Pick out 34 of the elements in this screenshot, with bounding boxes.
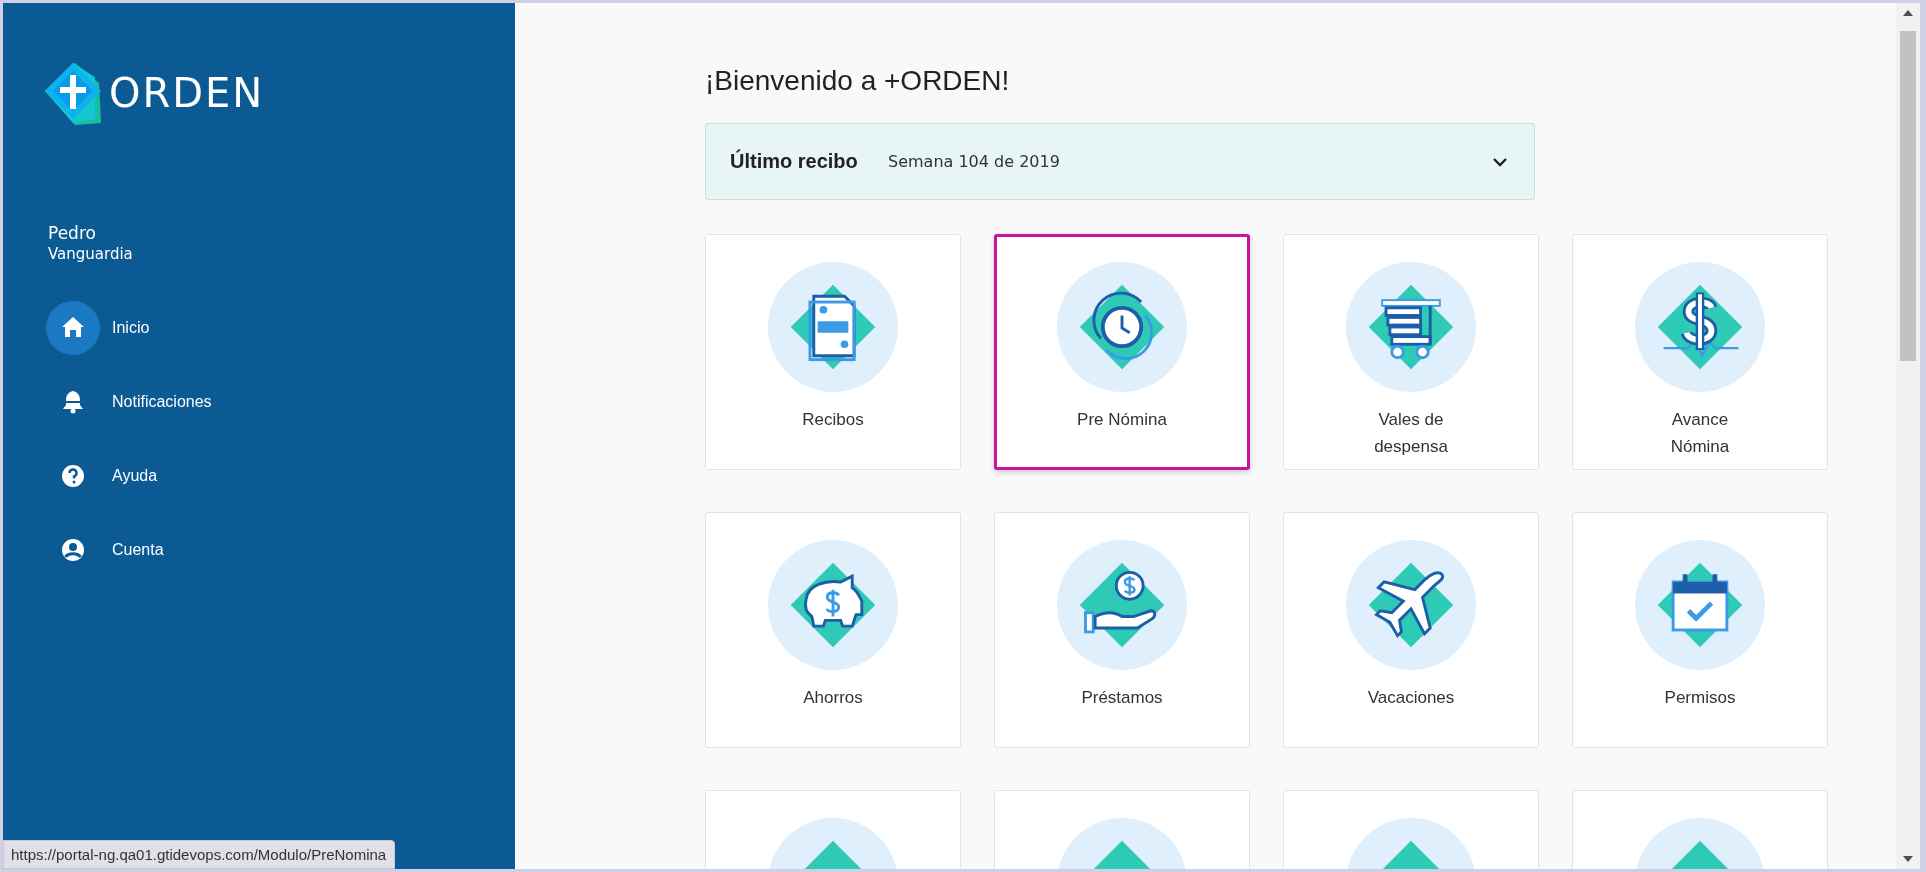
tile-label: Pre Nómina [1076, 409, 1168, 431]
module-tile[interactable]: Avance Nómina [1572, 234, 1828, 470]
last-receipt-dropdown[interactable]: Último recibo Semana 104 de 2019 [705, 123, 1535, 200]
tile-label: Avance Nómina [1669, 409, 1731, 458]
nav-item[interactable]: Cuenta [46, 523, 164, 577]
module-tile[interactable]: Pre Nómina [994, 234, 1250, 470]
account-icon [60, 537, 86, 563]
module-tile[interactable]: Vales de despensa [1283, 234, 1539, 470]
user-last-name: Vanguardia [48, 245, 134, 263]
help-icon [60, 463, 86, 489]
receipt-label: Último recibo [730, 150, 859, 173]
tile-label: Ahorros [802, 687, 864, 709]
module-tile[interactable]: Vacaciones [1283, 512, 1539, 748]
tile-label: Vales de despensa [1373, 409, 1449, 458]
module-tile[interactable]: Ahorros [705, 512, 961, 748]
module-tile[interactable]: Permisos [1572, 512, 1828, 748]
scrollbar-thumb[interactable] [1900, 31, 1916, 361]
nav-item[interactable]: Ayuda [46, 449, 158, 503]
page-title: ¡Bienvenido a +ORDEN! [705, 65, 1011, 97]
module-tile[interactable]: Recibos [705, 234, 961, 470]
receipt-value: Semana 104 de 2019 [888, 152, 1061, 171]
nav-item[interactable]: Notificaciones [46, 375, 212, 429]
scrollbar[interactable] [1896, 3, 1920, 869]
module-tile[interactable]: Préstamos [994, 512, 1250, 748]
tile-label: Vacaciones [1366, 687, 1456, 709]
tile-label: Permisos [1663, 687, 1737, 709]
logo-text: ORDEN [109, 70, 265, 116]
user-first-name: Pedro [48, 223, 97, 243]
status-url: https://portal-ng.qa01.gtidevops.com/Modulo/PreNomina [3, 840, 396, 869]
scroll-down-icon [1902, 855, 1914, 863]
scroll-up-icon [1902, 9, 1914, 17]
tile-label: Recibos [801, 409, 865, 431]
tile-label: Préstamos [1080, 687, 1164, 709]
bell-icon [60, 389, 86, 415]
